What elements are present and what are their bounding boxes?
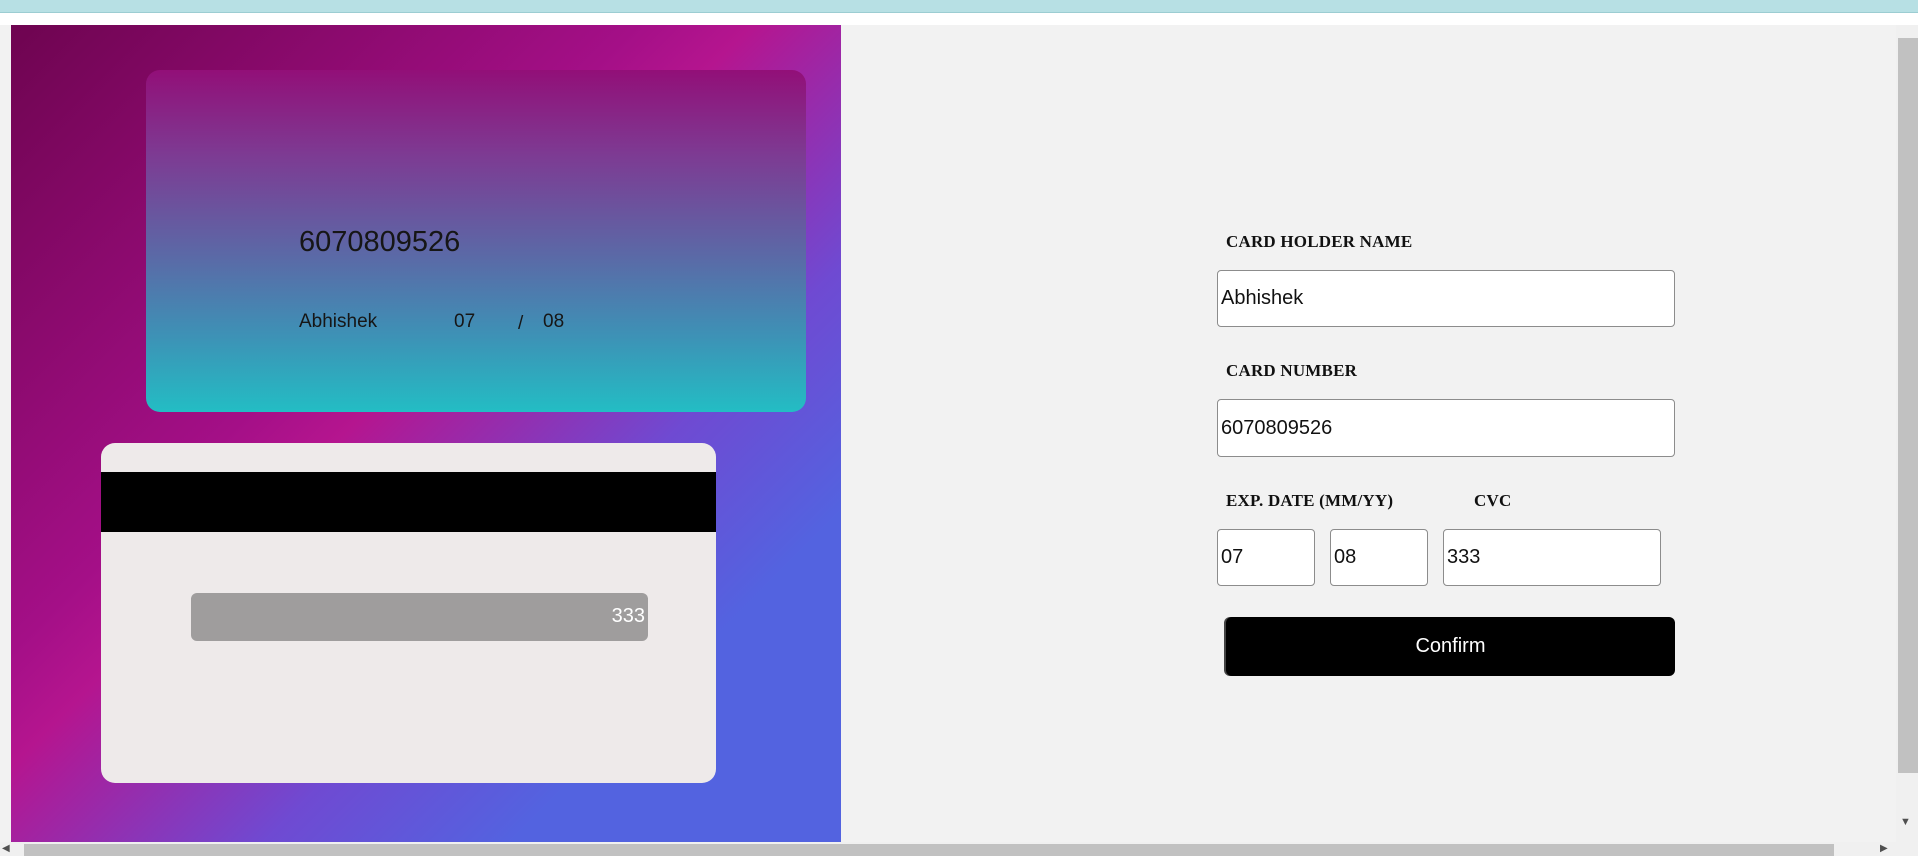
- card-holder-name-input[interactable]: [1217, 270, 1675, 327]
- card-number-input[interactable]: [1217, 399, 1675, 457]
- card-number-label: CARD NUMBER: [1226, 361, 1358, 380]
- card-front-exp-separator: /: [518, 313, 524, 334]
- card-holder-name-label: CARD HOLDER NAME: [1226, 232, 1413, 251]
- cvc-input[interactable]: [1443, 529, 1661, 586]
- cvc-label: CVC: [1474, 491, 1512, 510]
- horizontal-scrollbar-thumb[interactable]: [24, 844, 1834, 856]
- confirm-button[interactable]: Confirm: [1226, 617, 1675, 676]
- signature-strip: 333: [191, 593, 648, 641]
- card-front-number: 6070809526: [299, 226, 461, 258]
- vertical-scrollbar-thumb[interactable]: [1898, 38, 1918, 773]
- card-front: [146, 70, 806, 412]
- exp-year-input[interactable]: [1330, 529, 1428, 586]
- browser-top-bar: [0, 0, 1918, 13]
- magnetic-stripe: [101, 472, 716, 532]
- scroll-right-arrow-icon[interactable]: ▶: [1880, 843, 1888, 854]
- scroll-left-arrow-icon[interactable]: ◀: [2, 843, 10, 854]
- card-front-exp-year: 08: [543, 311, 565, 332]
- card-front-exp-month: 07: [454, 311, 476, 332]
- page-top-gap: [0, 13, 1918, 25]
- card-front-holder-name: Abhishek: [299, 311, 378, 332]
- exp-date-label: EXP. DATE (MM/YY): [1226, 491, 1394, 510]
- card-back: 333: [101, 443, 716, 783]
- exp-month-input[interactable]: [1217, 529, 1315, 586]
- scroll-down-arrow-icon[interactable]: ▼: [1900, 816, 1911, 828]
- card-back-cvc: 333: [611, 605, 645, 627]
